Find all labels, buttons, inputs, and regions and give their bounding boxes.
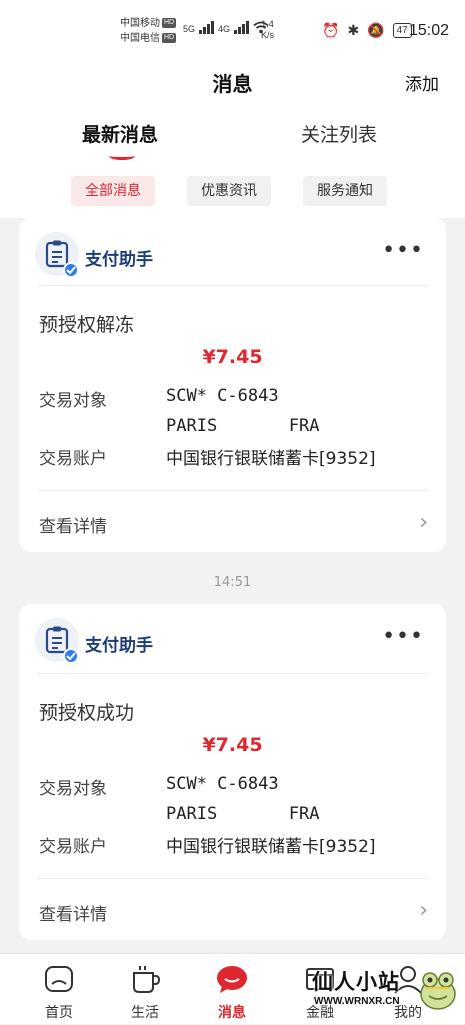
filter-service[interactable]: 服务通知 xyxy=(303,176,387,206)
verified-icon xyxy=(63,262,79,278)
tab-follow-list[interactable]: 关注列表 xyxy=(301,120,377,147)
carrier-1: 中国移动 xyxy=(120,18,160,29)
card-header: 支付助手 ••• xyxy=(35,604,428,674)
timestamp: 14:51 xyxy=(213,575,252,590)
view-details-label: 查看详情 xyxy=(39,517,107,537)
status-bar: 中国移动 HD 中国电信 HD 5G 4G 1.4 K/s ⏰ ✱ 🔕 47 15:… xyxy=(0,0,465,64)
verified-icon xyxy=(63,648,79,664)
card-header: 支付助手 ••• xyxy=(35,218,428,286)
cup-icon xyxy=(133,966,161,993)
home-icon xyxy=(45,966,73,992)
counterparty-line2: PARIS FRA xyxy=(166,416,320,436)
system-icons: ⏰ ✱ 🔕 47 xyxy=(322,22,412,39)
tab-bar: 最新消息 关注列表 xyxy=(0,114,465,162)
filter-chips: 全部消息 优惠资讯 服务通知 xyxy=(0,176,465,206)
watermark: 仙人小站 WWW.WRNXR.CN xyxy=(312,966,462,1024)
nav-label: 消息 xyxy=(218,1005,246,1021)
mute-icon: 🔕 xyxy=(367,22,385,38)
signal-icon xyxy=(199,20,215,34)
avatar xyxy=(35,618,79,664)
avatar xyxy=(35,232,79,278)
amount: ¥7.45 xyxy=(202,346,263,368)
account-value: 中国银行银联储蓄卡[9352] xyxy=(166,449,376,469)
nav-home[interactable]: 首页 xyxy=(19,954,99,1025)
view-details-button[interactable]: 查看详情 › xyxy=(19,886,446,936)
filter-all[interactable]: 全部消息 xyxy=(71,176,155,206)
account-label: 交易账户 xyxy=(39,449,107,469)
net-type-2: 4G xyxy=(218,24,231,34)
add-button[interactable]: 添加 xyxy=(405,70,439,95)
speed-unit: K/s xyxy=(261,30,275,40)
signal-icon xyxy=(234,20,250,34)
nav-life[interactable]: 生活 xyxy=(105,954,185,1025)
message-card[interactable]: 支付助手 ••• 预授权解冻 ¥7.45 交易对象 SCW* C-6843 PA… xyxy=(19,218,446,552)
watermark-url: WWW.WRNXR.CN xyxy=(314,996,400,1007)
speed-value: 1.4 xyxy=(261,19,274,29)
sender-name: 支付助手 xyxy=(85,636,153,656)
divider xyxy=(37,490,428,491)
account-value: 中国银行银联储蓄卡[9352] xyxy=(166,837,376,857)
nav-label: 首页 xyxy=(45,1005,73,1021)
more-icon[interactable]: ••• xyxy=(382,624,424,649)
frog-mascot-icon xyxy=(420,972,456,1010)
amount: ¥7.45 xyxy=(202,734,263,756)
bluetooth-icon: ✱ xyxy=(347,22,360,38)
sender-name: 支付助手 xyxy=(85,250,153,270)
nav-messages[interactable]: 消息 xyxy=(192,954,272,1025)
carrier-info: 中国移动 HD 中国电信 HD xyxy=(120,16,177,46)
signal-indicators: 5G 4G xyxy=(183,20,269,34)
view-details-button[interactable]: 查看详情 › xyxy=(19,498,446,548)
clock: 15:02 xyxy=(408,22,449,39)
watermark-title: 仙人小站 xyxy=(312,970,400,994)
message-card[interactable]: 支付助手 ••• 预授权成功 ¥7.45 交易对象 SCW* C-6843 PA… xyxy=(19,604,446,940)
counterparty-line1: SCW* C-6843 xyxy=(166,774,279,794)
header: 消息 添加 xyxy=(0,64,465,114)
counterparty-line2: PARIS FRA xyxy=(166,804,320,824)
more-icon[interactable]: ••• xyxy=(382,238,424,263)
hd-badge: HD xyxy=(162,18,177,29)
chat-icon xyxy=(217,966,247,993)
carrier-2: 中国电信 xyxy=(120,33,160,44)
nav-label: 生活 xyxy=(131,1005,159,1021)
chevron-right-icon: › xyxy=(419,898,428,923)
network-speed: 1.4 K/s xyxy=(261,19,274,41)
counterparty-label: 交易对象 xyxy=(39,779,107,799)
counterparty-line1: SCW* C-6843 xyxy=(166,386,279,406)
active-tab-indicator xyxy=(109,152,135,160)
chevron-right-icon: › xyxy=(419,510,428,535)
filter-promotions[interactable]: 优惠资讯 xyxy=(187,176,271,206)
message-title: 预授权解冻 xyxy=(39,314,135,336)
account-label: 交易账户 xyxy=(39,837,107,857)
page-title: 消息 xyxy=(212,72,253,96)
alarm-icon: ⏰ xyxy=(322,22,340,38)
hd-badge: HD xyxy=(162,33,177,44)
tab-latest-messages[interactable]: 最新消息 xyxy=(82,120,158,147)
net-type-1: 5G xyxy=(183,24,196,34)
divider xyxy=(37,878,428,879)
message-title: 预授权成功 xyxy=(39,702,135,724)
view-details-label: 查看详情 xyxy=(39,905,107,925)
counterparty-label: 交易对象 xyxy=(39,391,107,411)
top-area: 中国移动 HD 中国电信 HD 5G 4G 1.4 K/s ⏰ ✱ 🔕 47 15:… xyxy=(0,0,465,218)
